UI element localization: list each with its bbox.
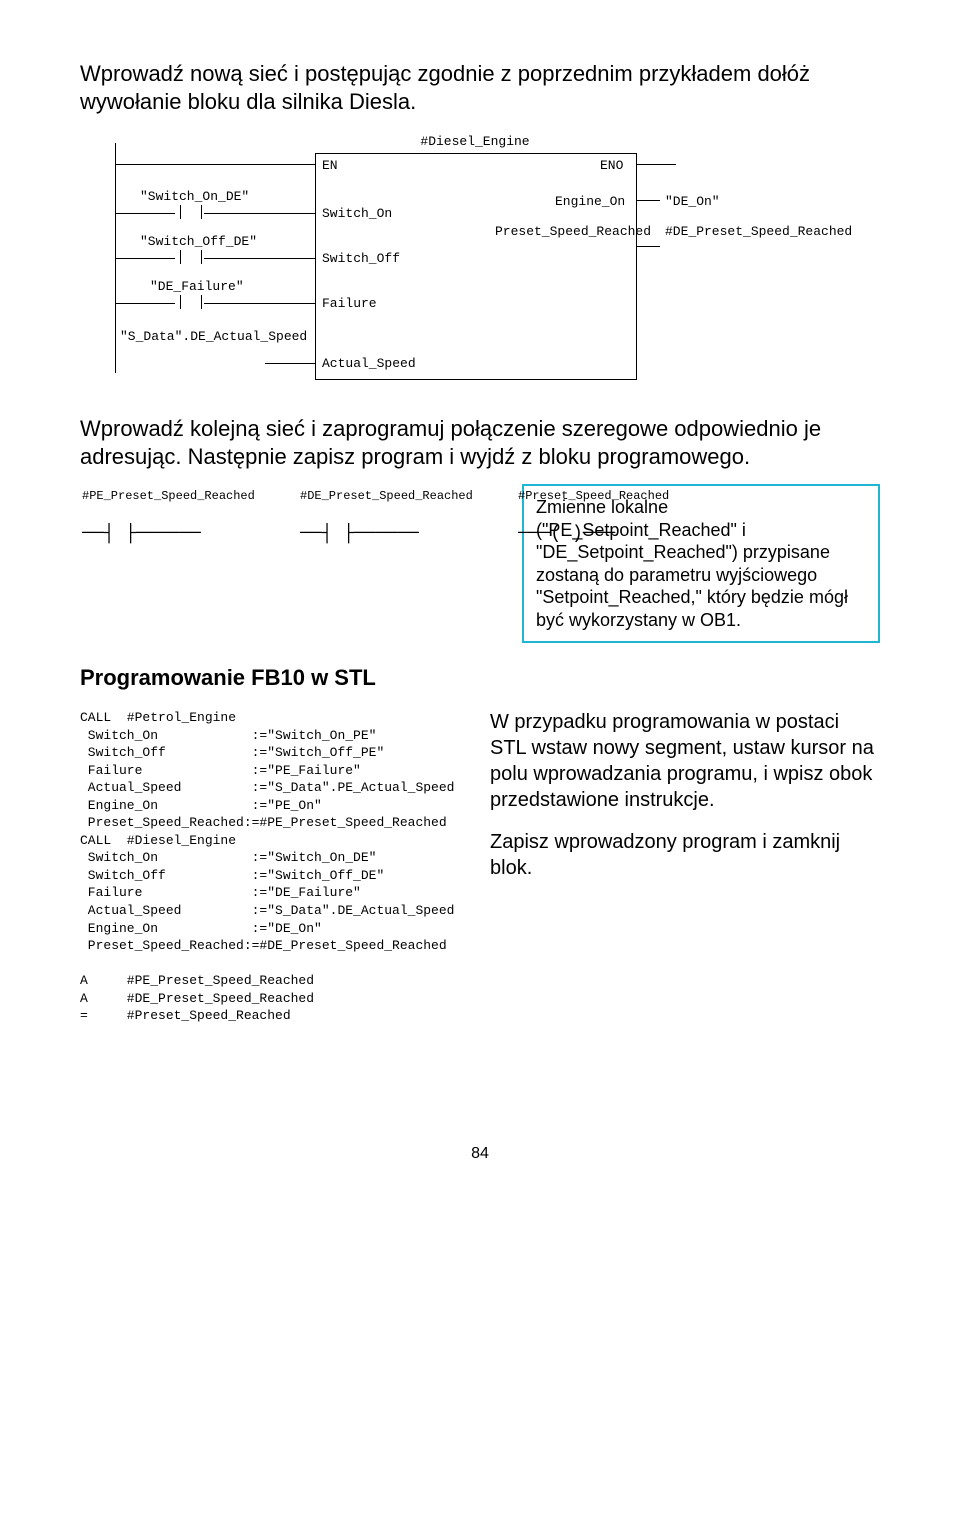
rung-var-1: #PE_Preset_Speed_Reached xyxy=(82,488,272,522)
page-number: 84 xyxy=(80,1145,880,1163)
in2-label: "Switch_Off_DE" xyxy=(140,233,257,251)
out2-label: #DE_Preset_Speed_Reached xyxy=(665,223,825,241)
in4-port: Actual_Speed xyxy=(322,355,416,373)
intro-paragraph-2: Wprowadź kolejną sieć i zaprogramuj połą… xyxy=(80,415,880,470)
heading-stl: Programowanie FB10 w STL xyxy=(80,665,880,691)
fb-title: #Diesel_Engine xyxy=(315,133,635,151)
in3-label: "DE_Failure" xyxy=(150,278,244,296)
out1-label: "DE_On" xyxy=(665,193,720,211)
rung-var-3: #Preset_Speed_Reached xyxy=(518,488,688,522)
stl-code-block: CALL #Petrol_Engine Switch_On :="Switch_… xyxy=(80,709,460,1025)
in4-label: "S_Data".DE_Actual_Speed xyxy=(120,328,300,346)
contact-icon xyxy=(180,295,202,309)
side-paragraph-1: W przypadku programowania w postaci STL … xyxy=(490,709,880,813)
rung-var-2: #DE_Preset_Speed_Reached xyxy=(300,488,490,522)
in1-label: "Switch_On_DE" xyxy=(140,188,249,206)
fbd-diagram-diesel: #Diesel_Engine EN ENO "Switch_On_DE" Swi… xyxy=(80,133,880,393)
intro-paragraph-1: Wprowadź nową sieć i postępując zgodnie … xyxy=(80,60,880,115)
out1-port: Engine_On xyxy=(555,193,625,211)
contact-icon xyxy=(180,205,202,219)
port-en: EN xyxy=(322,157,338,175)
in2-port: Switch_Off xyxy=(322,250,400,268)
in1-port: Switch_On xyxy=(322,205,392,223)
ladder-rung: #PE_Preset_Speed_Reached ──┤ ├────── #DE… xyxy=(80,488,880,558)
in3-port: Failure xyxy=(322,295,377,313)
side-paragraph-2: Zapisz wprowadzony program i zamknij blo… xyxy=(490,829,880,881)
port-eno: ENO xyxy=(600,157,623,175)
contact-icon xyxy=(180,250,202,264)
out2-port: Preset_Speed_Reached xyxy=(495,223,635,241)
